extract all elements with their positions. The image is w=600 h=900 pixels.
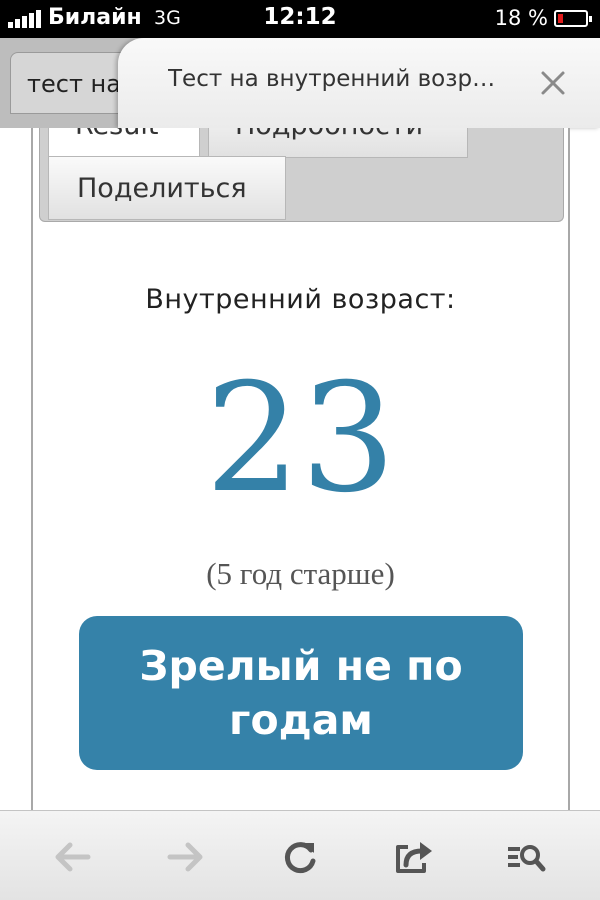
battery-icon	[554, 10, 592, 27]
tab-background-title: тест на	[27, 70, 121, 98]
tab-details[interactable]: Подробности	[208, 128, 468, 158]
tab-active-title: Тест на внутренний возр…	[168, 66, 496, 92]
web-page: Result Подробности Поделиться Внутренний…	[31, 128, 570, 810]
close-icon[interactable]	[540, 70, 566, 96]
result-tabs-bar: Result Подробности Поделиться	[39, 128, 564, 222]
age-difference: (5 год старше)	[206, 556, 395, 591]
arrow-right-icon[interactable]	[166, 839, 206, 875]
reload-icon[interactable]	[280, 839, 320, 875]
browser-tab-strip: тест на Тест на внутренний возр…	[0, 38, 600, 128]
battery-percent: 18 %	[494, 6, 548, 30]
tab-share[interactable]: Поделиться	[48, 156, 286, 220]
browser-toolbar	[0, 810, 600, 900]
status-bar: Билайн 3G 12:12 18 %	[0, 0, 600, 38]
tab-active[interactable]: Тест на внутренний возр…	[118, 38, 600, 128]
verdict-badge: Зрелый не по годам	[79, 616, 523, 770]
arrow-left-icon[interactable]	[52, 839, 92, 875]
share-icon[interactable]	[394, 839, 434, 875]
inner-age-value: 23	[205, 352, 396, 526]
battery-level-fill	[558, 14, 563, 23]
inner-age-label: Внутренний возраст:	[145, 284, 456, 315]
tab-result[interactable]: Result	[48, 128, 200, 158]
reader-search-icon[interactable]	[506, 839, 546, 875]
